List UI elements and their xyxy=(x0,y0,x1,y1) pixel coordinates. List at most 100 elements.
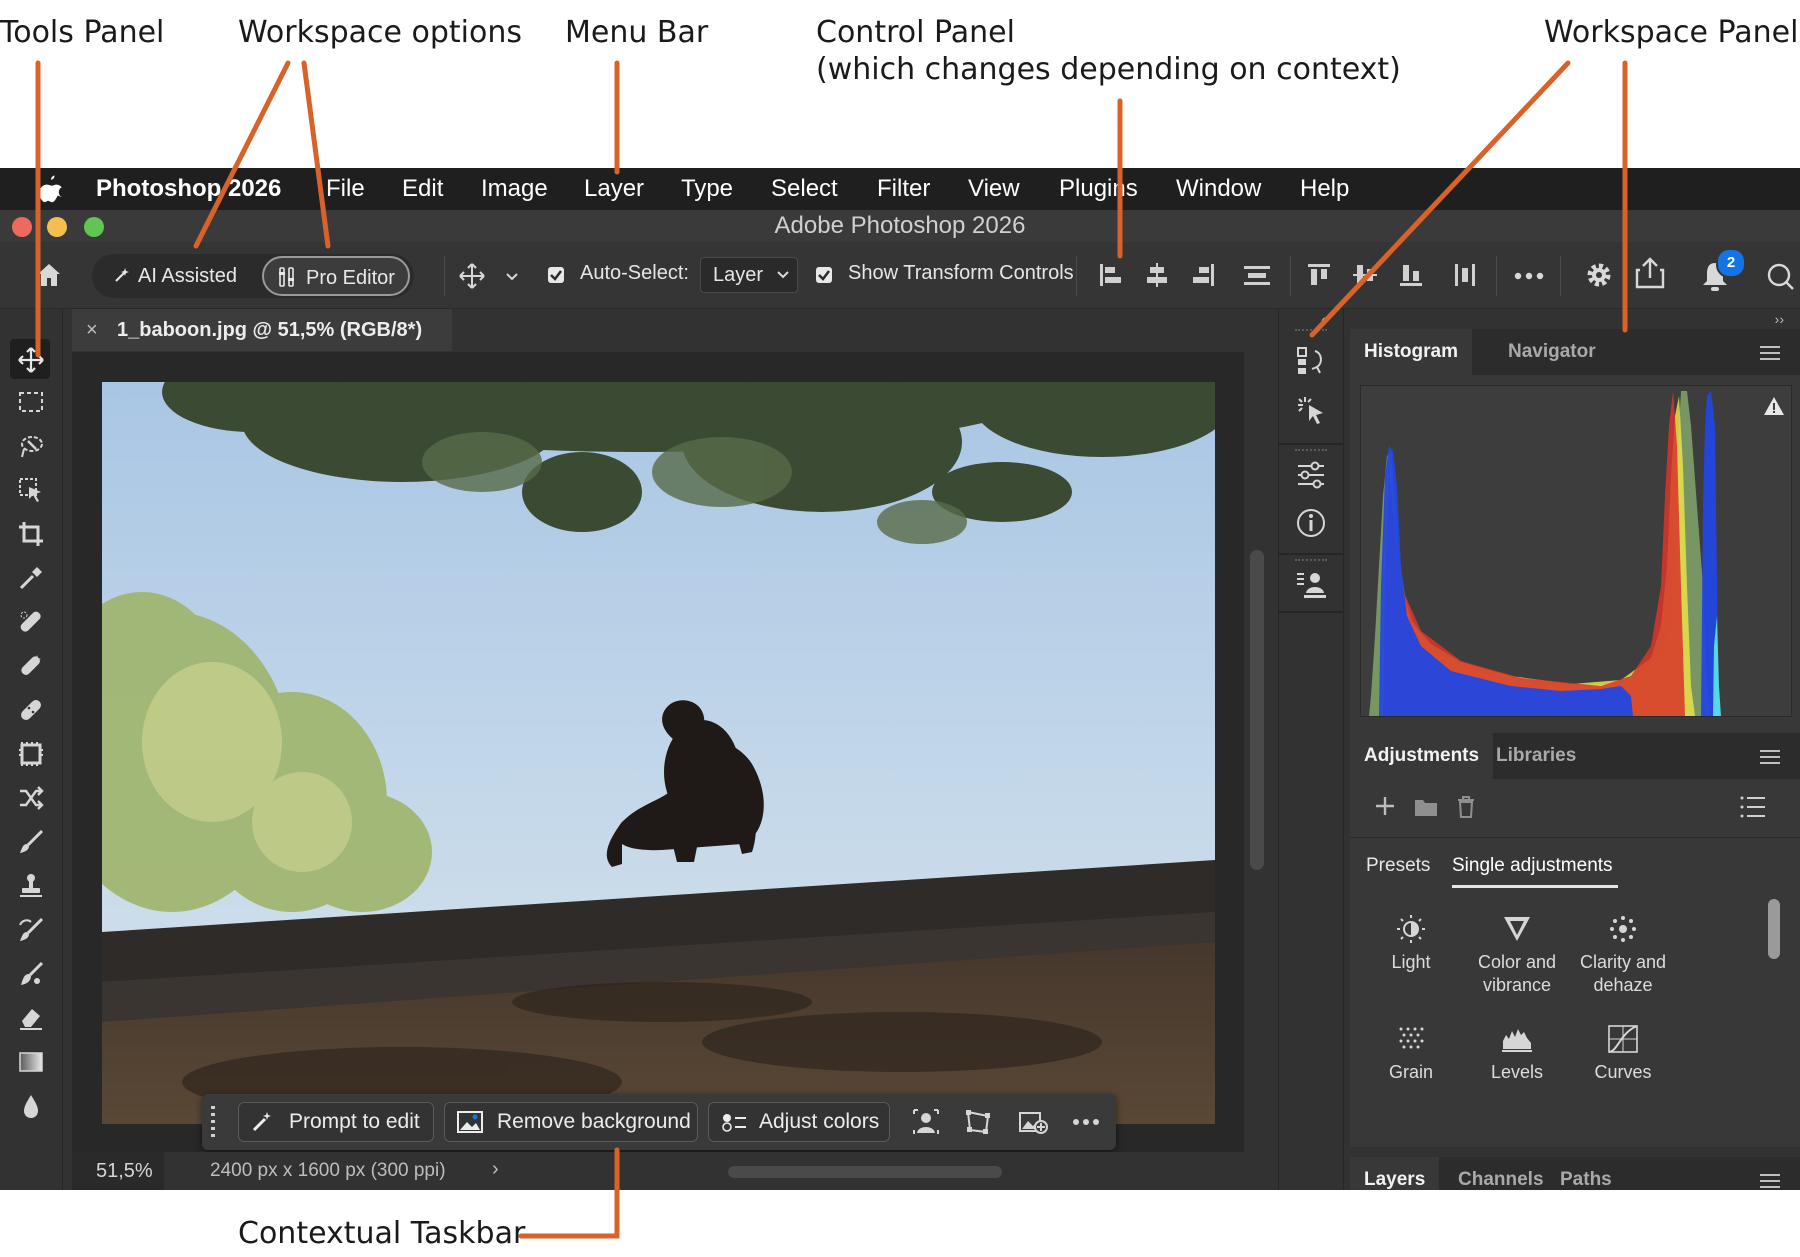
trash-icon[interactable] xyxy=(1456,795,1476,819)
panel-menu-icon[interactable] xyxy=(1760,750,1780,768)
search-icon[interactable] xyxy=(1766,262,1794,290)
align-left-edges-icon[interactable] xyxy=(1098,262,1124,288)
folder-icon[interactable] xyxy=(1414,797,1438,817)
brush-tool[interactable] xyxy=(10,821,50,861)
align-horizontal-centers-icon[interactable] xyxy=(1144,262,1170,288)
marquee-tool[interactable] xyxy=(10,381,50,421)
auto-select-dropdown[interactable]: Layer xyxy=(700,257,798,293)
transform-icon[interactable] xyxy=(964,1108,992,1136)
menu-app-name[interactable]: Photoshop 2026 xyxy=(96,168,281,210)
align-vertical-centers-icon[interactable] xyxy=(1352,262,1378,288)
home-icon[interactable] xyxy=(36,262,62,288)
ai-assisted-workspace-button[interactable]: AI Assisted xyxy=(102,256,242,296)
content-aware-move-tool[interactable] xyxy=(10,777,50,817)
panel-menu-icon[interactable] xyxy=(1760,1174,1780,1190)
info-icon[interactable] xyxy=(1295,507,1327,539)
menu-help[interactable]: Help xyxy=(1300,168,1349,210)
blur-tool[interactable] xyxy=(10,1085,50,1125)
add-icon[interactable] xyxy=(1374,795,1396,817)
zoom-window-button[interactable] xyxy=(84,217,104,237)
auto-select-checkbox[interactable] xyxy=(548,267,564,283)
mixer-brush-tool[interactable] xyxy=(10,953,50,993)
drag-handle-icon[interactable] xyxy=(208,1104,218,1140)
remove-background-button[interactable]: Remove background xyxy=(444,1102,698,1142)
tab-libraries[interactable]: Libraries xyxy=(1482,733,1590,779)
tab-paths[interactable]: Paths xyxy=(1546,1157,1626,1190)
chevron-right-icon[interactable]: › xyxy=(492,1158,499,1181)
adjustment-clarity-dehaze[interactable]: Clarity and dehaze xyxy=(1568,913,1678,997)
menu-type[interactable]: Type xyxy=(681,168,733,210)
adjustment-levels[interactable]: Levels xyxy=(1462,1023,1572,1084)
share-icon[interactable] xyxy=(1634,256,1666,290)
panel-menu-icon[interactable] xyxy=(1760,346,1780,364)
history-brush-tool[interactable] xyxy=(10,909,50,949)
vertical-scrollbar[interactable] xyxy=(1250,550,1264,870)
patch-tool[interactable] xyxy=(10,733,50,773)
align-top-edges-icon[interactable] xyxy=(1306,262,1332,288)
clipping-warning-icon[interactable] xyxy=(1763,396,1785,416)
menu-filter[interactable]: Filter xyxy=(877,168,930,210)
menu-window[interactable]: Window xyxy=(1176,168,1261,210)
actions-icon[interactable] xyxy=(1295,395,1327,427)
move-tool[interactable] xyxy=(10,339,50,379)
menu-select[interactable]: Select xyxy=(771,168,838,210)
tab-channels[interactable]: Channels xyxy=(1444,1157,1558,1190)
close-window-button[interactable] xyxy=(12,217,32,237)
show-transform-checkbox[interactable] xyxy=(816,267,832,283)
menu-image[interactable]: Image xyxy=(481,168,548,210)
adjust-colors-button[interactable]: Adjust colors xyxy=(708,1102,890,1142)
canvas-area[interactable] xyxy=(72,352,1244,1152)
align-right-edges-icon[interactable] xyxy=(1190,262,1216,288)
tab-histogram[interactable]: Histogram xyxy=(1350,329,1472,375)
tab-navigator[interactable]: Navigator xyxy=(1494,329,1610,375)
adjustments-scrollbar[interactable] xyxy=(1768,899,1780,959)
tab-single-adjustments[interactable]: Single adjustments xyxy=(1452,855,1613,877)
gear-icon[interactable] xyxy=(1584,260,1614,290)
gradient-tool[interactable] xyxy=(10,1041,50,1081)
minimize-window-button[interactable] xyxy=(47,217,67,237)
apple-icon[interactable] xyxy=(38,174,62,204)
pro-editor-workspace-button[interactable]: Pro Editor xyxy=(262,256,410,296)
zoom-field[interactable]: 51,5% xyxy=(72,1152,164,1190)
more-options-icon[interactable] xyxy=(1514,272,1544,280)
adjustment-grain[interactable]: Grain xyxy=(1356,1023,1466,1084)
menu-plugins[interactable]: Plugins xyxy=(1059,168,1138,210)
spot-healing-tool[interactable] xyxy=(10,601,50,641)
more-options-icon[interactable] xyxy=(1072,1118,1100,1126)
menu-view[interactable]: View xyxy=(968,168,1020,210)
tab-layers[interactable]: Layers xyxy=(1350,1157,1440,1190)
layer-comps-icon[interactable] xyxy=(1295,569,1327,601)
eyedropper-tool[interactable] xyxy=(10,557,50,597)
move-tool-preset-icon[interactable] xyxy=(458,262,486,290)
menu-layer[interactable]: Layer xyxy=(584,168,644,210)
distribute-icon[interactable] xyxy=(1242,262,1272,288)
horizontal-scrollbar[interactable] xyxy=(728,1166,1002,1178)
properties-icon[interactable] xyxy=(1295,459,1327,491)
document-tab[interactable]: × 1_baboon.jpg @ 51,5% (RGB/8*) xyxy=(72,309,452,351)
collapse-strip-icon[interactable]: ‹ xyxy=(1321,311,1326,327)
chevron-down-icon[interactable] xyxy=(505,272,519,282)
collapse-panels-icon[interactable]: ›› xyxy=(1775,311,1784,327)
history-icon[interactable] xyxy=(1295,345,1327,377)
close-tab-icon[interactable]: × xyxy=(86,309,98,351)
menu-file[interactable]: File xyxy=(326,168,365,210)
menu-edit[interactable]: Edit xyxy=(402,168,443,210)
eraser-tool[interactable] xyxy=(10,997,50,1037)
adjustment-light[interactable]: Light xyxy=(1356,913,1466,974)
distribute-horizontal-icon[interactable] xyxy=(1452,262,1478,288)
align-bottom-edges-icon[interactable] xyxy=(1398,262,1424,288)
select-subject-icon[interactable] xyxy=(912,1108,940,1136)
list-view-icon[interactable] xyxy=(1740,795,1766,819)
prompt-to-edit-button[interactable]: Prompt to edit xyxy=(238,1102,434,1142)
healing-brush-tool[interactable] xyxy=(10,689,50,729)
tab-presets[interactable]: Presets xyxy=(1366,855,1430,877)
object-selection-tool[interactable] xyxy=(10,469,50,509)
adjustment-curves[interactable]: Curves xyxy=(1568,1023,1678,1084)
crop-tool[interactable] xyxy=(10,513,50,553)
tab-adjustments[interactable]: Adjustments xyxy=(1350,733,1494,779)
lasso-tool[interactable] xyxy=(10,425,50,465)
add-image-icon[interactable] xyxy=(1018,1107,1048,1137)
clone-stamp-tool[interactable] xyxy=(10,865,50,905)
remove-tool[interactable] xyxy=(10,645,50,685)
adjustment-color-vibrance[interactable]: Color and vibrance xyxy=(1462,913,1572,997)
